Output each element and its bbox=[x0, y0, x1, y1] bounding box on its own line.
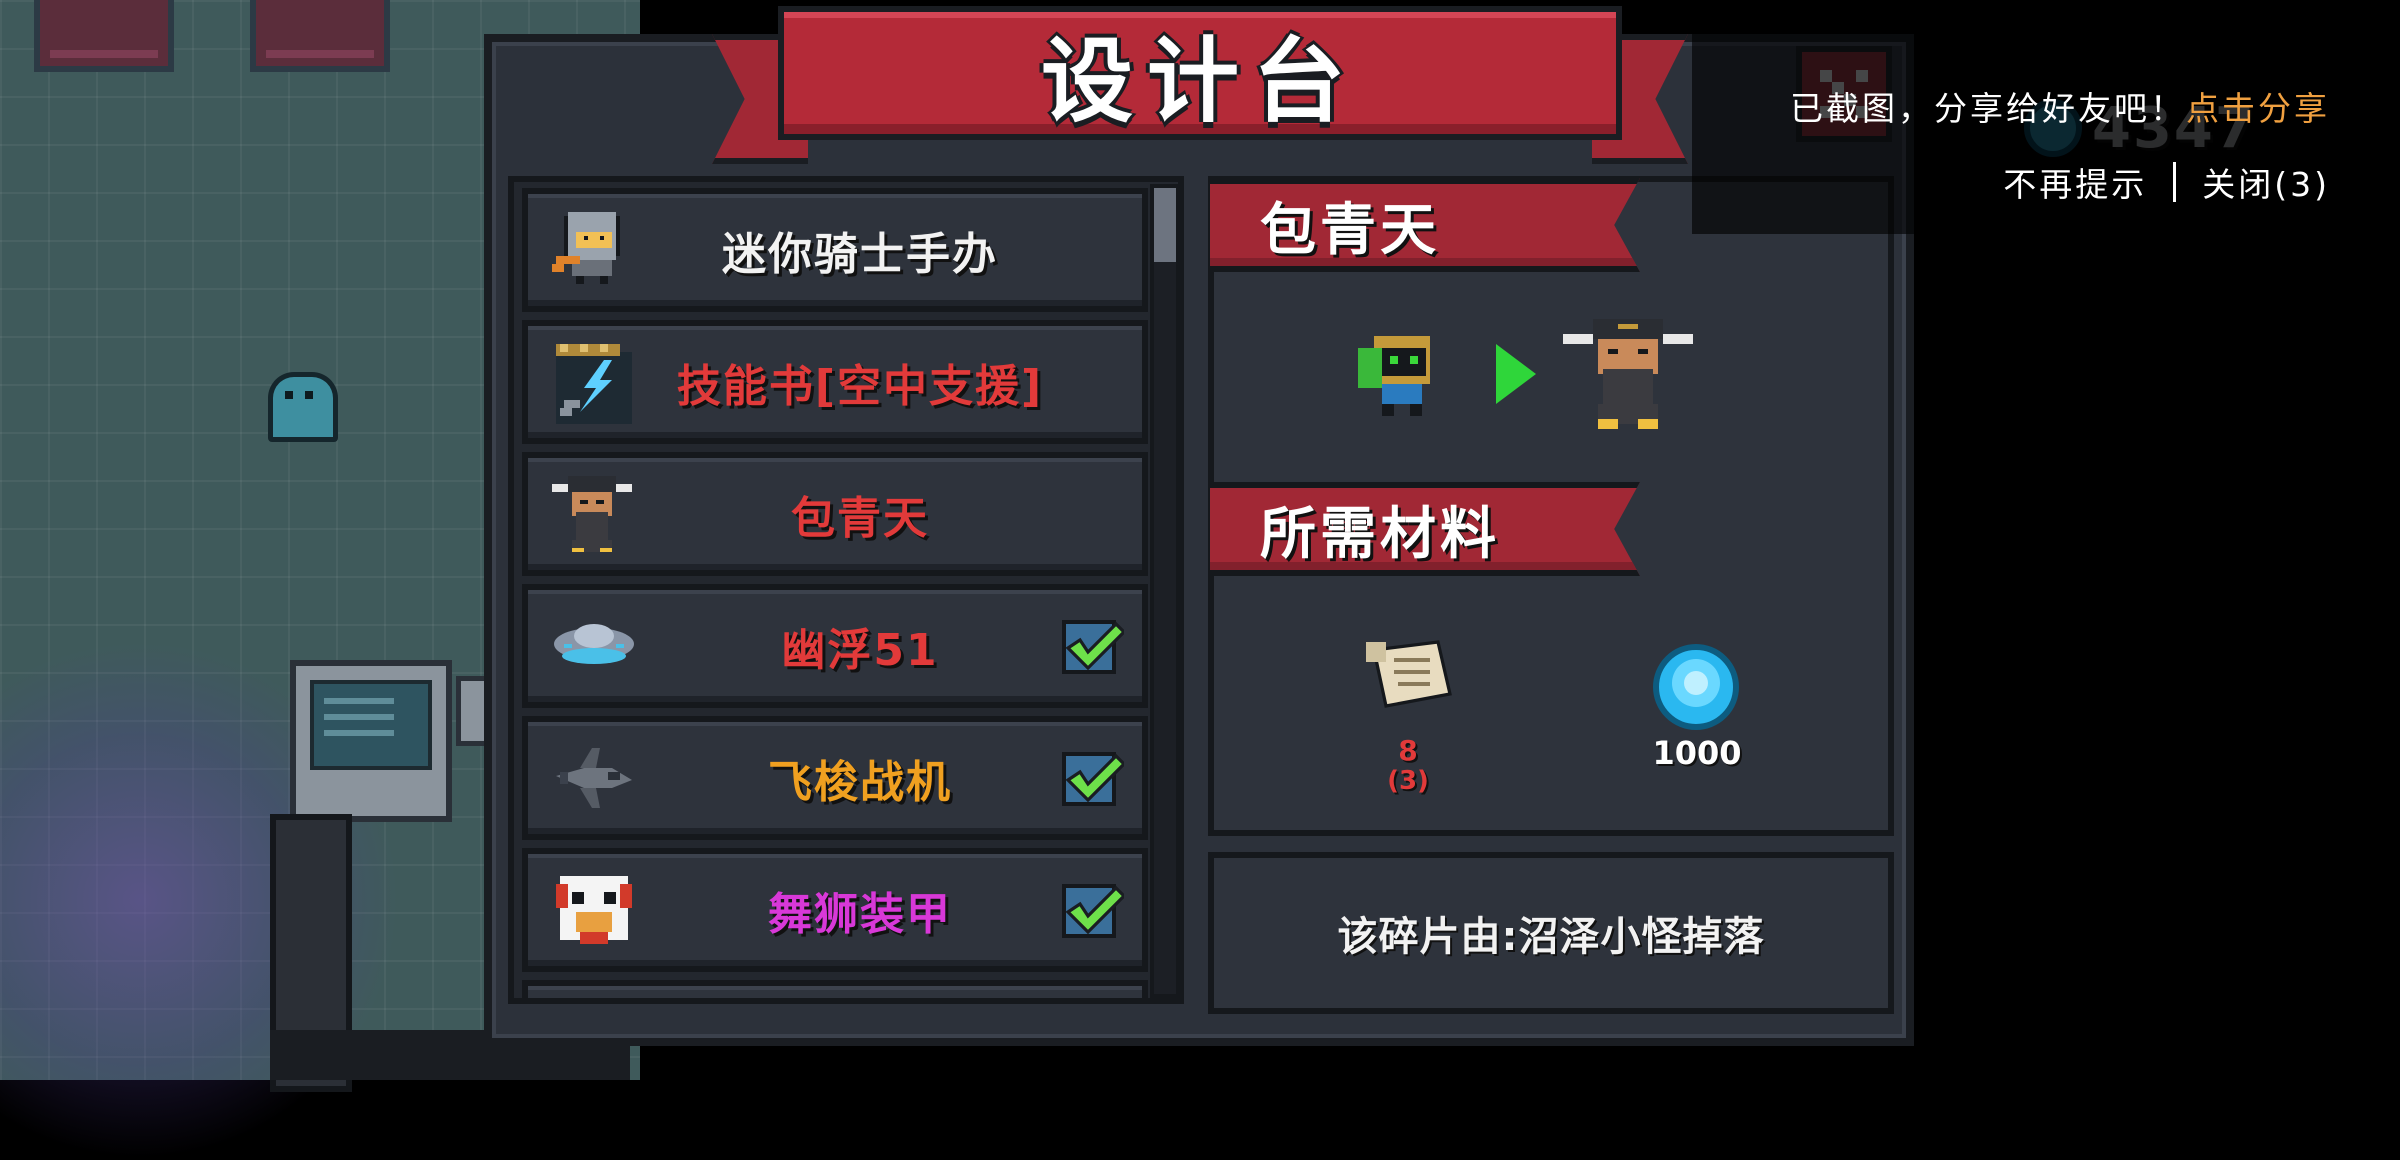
close-share-button[interactable]: 关闭(3) bbox=[2202, 158, 2330, 206]
banner-main: 设计台 bbox=[778, 6, 1622, 140]
bao-qingtian-icon bbox=[1563, 319, 1693, 429]
lion-dance-armor-icon bbox=[548, 864, 640, 956]
list-item-lion-dance-armor[interactable]: 舞狮装甲 bbox=[522, 848, 1148, 972]
checkmark-icon bbox=[1065, 621, 1124, 671]
owned-checkbox bbox=[1062, 752, 1124, 806]
list-item-skill-book[interactable]: 技能书[空中支援] bbox=[522, 320, 1148, 444]
source-panel: 该碎片由:沼泽小怪掉落 bbox=[1208, 852, 1894, 1014]
share-message-line: 已截图，分享给好友吧！点击分享 bbox=[1790, 82, 2330, 130]
blueprint-required-count: 8 bbox=[1398, 734, 1418, 767]
material-blueprint bbox=[1358, 634, 1458, 722]
blueprint-list[interactable]: 迷你骑士手办 技能书[空中支援] 包青天 幽浮51 飞梭战机 舞狮装甲 bbox=[508, 176, 1184, 1004]
screenshot-share-toast: 已截图，分享给好友吧！点击分享 不再提示 关闭(3) bbox=[1692, 30, 2400, 234]
base-character-sprite bbox=[1354, 324, 1454, 428]
arrow-right-icon bbox=[1496, 344, 1536, 404]
title-banner: 设计台 bbox=[712, 6, 1688, 164]
fighter-jet-icon bbox=[548, 732, 640, 824]
item-label: 技能书[空中支援] bbox=[676, 361, 1044, 412]
crate bbox=[250, 0, 390, 72]
list-item-fighter-jet[interactable]: 飞梭战机 bbox=[522, 716, 1148, 840]
owned-checkbox bbox=[1062, 620, 1124, 674]
gem-required-count: 1000 bbox=[1652, 734, 1742, 772]
dont-show-again-button[interactable]: 不再提示 bbox=[2003, 158, 2147, 206]
item-label: 幽浮51 bbox=[781, 625, 939, 676]
mini-knight-figure-icon bbox=[548, 204, 640, 296]
list-item-mini-knight[interactable]: 迷你骑士手办 bbox=[522, 188, 1148, 312]
item-label: 飞梭战机 bbox=[768, 757, 952, 808]
slime-enemy bbox=[268, 372, 338, 442]
list-item-ufo[interactable]: 幽浮51 bbox=[522, 584, 1148, 708]
blueprint-owned-count: (3) bbox=[1387, 766, 1429, 796]
checkmark-icon bbox=[1065, 885, 1124, 935]
engineer-robot-icon bbox=[1358, 336, 1430, 416]
item-label: 包青天 bbox=[791, 493, 929, 544]
list-scrollbar-thumb[interactable] bbox=[1154, 188, 1176, 262]
share-link[interactable]: 点击分享 bbox=[2186, 89, 2330, 128]
selected-item-name: 包青天 bbox=[1260, 197, 1440, 263]
share-message: 已截图，分享给好友吧！ bbox=[1790, 89, 2186, 128]
computer-terminal bbox=[290, 660, 452, 822]
share-actions: 不再提示 关闭(3) bbox=[2003, 158, 2330, 206]
result-character-sprite bbox=[1558, 314, 1698, 438]
list-item-bao-qingtian[interactable]: 包青天 bbox=[522, 452, 1148, 576]
checkmark-icon bbox=[1065, 753, 1124, 803]
materials-ribbon: 所需材料 bbox=[1210, 482, 1640, 576]
skill-book-icon bbox=[548, 336, 640, 428]
item-name-ribbon: 包青天 bbox=[1210, 178, 1640, 272]
gem-coin-icon bbox=[1653, 644, 1739, 730]
crate bbox=[34, 0, 174, 72]
list-scrollbar[interactable] bbox=[1150, 184, 1180, 998]
owned-checkbox bbox=[1062, 884, 1124, 938]
item-label: 舞狮装甲 bbox=[768, 889, 952, 940]
share-divider bbox=[2173, 162, 2177, 202]
terminal-screen bbox=[310, 680, 432, 770]
drop-source-text: 该碎片由:沼泽小怪掉落 bbox=[1337, 914, 1765, 960]
dialog-title: 设计台 bbox=[1040, 27, 1359, 135]
materials-heading: 所需材料 bbox=[1260, 501, 1500, 567]
blueprint-scroll-icon bbox=[1366, 640, 1452, 708]
item-label: 迷你骑士手办 bbox=[722, 229, 998, 280]
ufo-icon bbox=[548, 600, 640, 692]
list-item-partial[interactable] bbox=[522, 980, 1148, 998]
bao-qingtian-icon bbox=[548, 468, 640, 560]
material-gems bbox=[1648, 642, 1744, 736]
